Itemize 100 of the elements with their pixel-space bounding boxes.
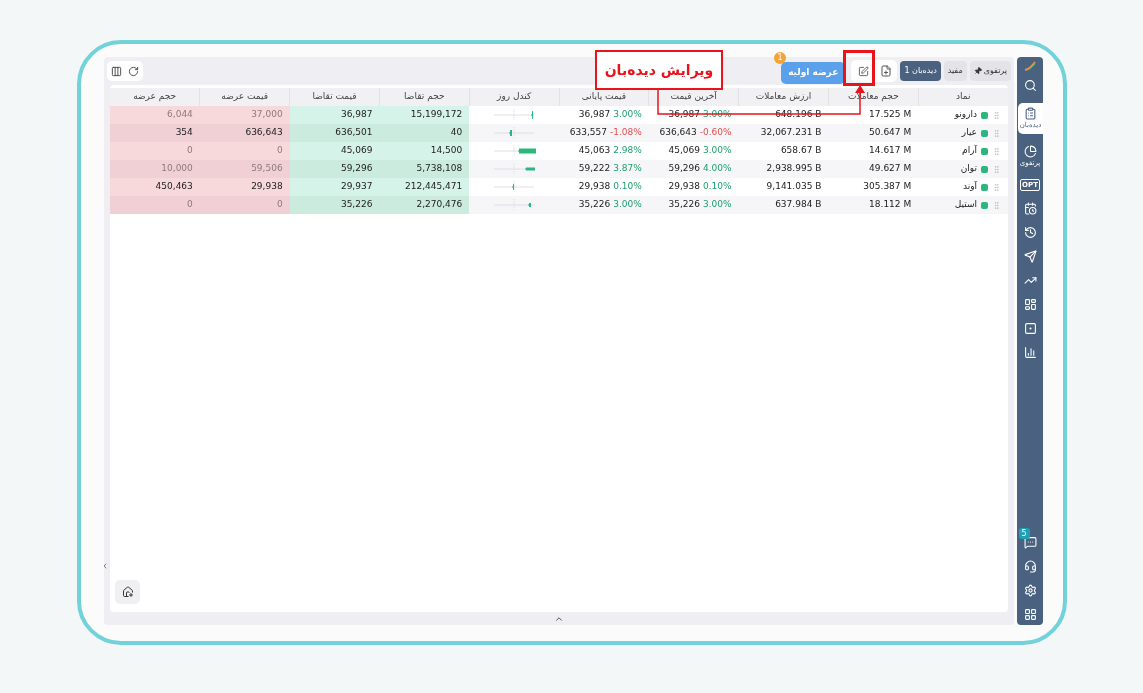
volume-cell: 305.387 M — [863, 181, 912, 192]
bid-volume-cell: 14,500 — [430, 145, 463, 156]
change-cell: 2.98% — [613, 144, 642, 158]
search-icon — [1023, 79, 1037, 92]
bid-volume-cell: 15,199,172 — [410, 109, 463, 120]
ask-volume-cell: 10,000 — [161, 163, 193, 174]
volume-cell: 14.617 M — [869, 145, 912, 156]
pie-chart-icon — [1023, 145, 1037, 158]
ask-price-cell: 0 — [276, 145, 283, 156]
ask-volume-cell: 0 — [187, 199, 193, 210]
bid-price-cell: 36,987 — [340, 109, 373, 120]
bid-volume-cell: 212,445,471 — [404, 181, 463, 192]
column-header[interactable]: قیمت تقاضا — [289, 88, 380, 106]
price-cell: 45,063 — [578, 144, 611, 158]
change-cell: -1.08% — [609, 126, 642, 140]
chat-icon — [1023, 536, 1037, 549]
edit-icon — [857, 65, 869, 77]
sidebar-item[interactable] — [1023, 584, 1037, 597]
symbol-name[interactable]: آوند — [962, 180, 977, 194]
column-header[interactable]: حجم عرضه — [110, 88, 200, 106]
price-cell: 59,296 — [668, 162, 700, 176]
home-add-icon — [121, 586, 134, 598]
volume-cell: 18.112 M — [869, 199, 912, 210]
grid-icon — [1023, 608, 1037, 621]
price-cell: 35,226 — [668, 198, 700, 212]
add-home-button[interactable] — [115, 580, 140, 604]
column-header[interactable]: قیمت عرضه — [199, 88, 290, 106]
price-cell: 29,938 — [668, 180, 700, 194]
refresh-icon — [128, 65, 139, 77]
symbol-name[interactable]: توان — [960, 162, 977, 176]
change-cell: 4.00% — [703, 162, 732, 176]
price-cell: 29,938 — [578, 180, 611, 194]
pin-icon — [972, 65, 984, 77]
ask-price-cell: 59,506 — [251, 163, 283, 174]
symbol-name[interactable]: استیل — [954, 198, 977, 212]
candle-sparkline — [492, 109, 537, 121]
column-header[interactable]: کندل روز — [469, 88, 559, 106]
ask-price-cell: 0 — [276, 199, 283, 210]
headset-icon — [1023, 560, 1037, 573]
candle-sparkline — [492, 163, 537, 175]
candle-sparkline — [492, 145, 537, 157]
change-cell: -0.60% — [699, 126, 732, 140]
add-note-icon — [880, 65, 893, 77]
column-header[interactable]: حجم تقاضا — [379, 88, 470, 106]
columns-button[interactable] — [111, 65, 122, 77]
ask-volume-cell: 450,463 — [155, 181, 193, 192]
volume-cell: 50.647 M — [869, 127, 912, 138]
highlight-frame — [843, 50, 875, 86]
column-header[interactable]: نماد — [918, 88, 1008, 106]
watchlist-tab[interactable]: مفید — [943, 61, 967, 81]
change-cell: 3.00% — [703, 144, 732, 158]
logo-icon — [1024, 61, 1036, 71]
symbol-name[interactable]: آرام — [962, 144, 977, 158]
symbol-name[interactable]: دارونو — [954, 108, 977, 122]
ask-price-cell: 37,000 — [251, 109, 283, 120]
price-cell: 45,069 — [668, 144, 700, 158]
ask-volume-cell: 354 — [175, 127, 193, 138]
bid-volume-cell: 5,738,108 — [416, 163, 463, 174]
bid-price-cell: 29,937 — [340, 181, 373, 192]
collapse-left-icon[interactable] — [101, 562, 109, 570]
bid-volume-cell: 2,270,476 — [416, 199, 463, 210]
watchlist-tab[interactable]: دیده‌بان 1 — [900, 61, 941, 81]
settings-icon — [1023, 584, 1037, 597]
candle-sparkline — [492, 181, 537, 193]
sidebar-item[interactable] — [1023, 560, 1037, 573]
price-cell: 59,222 — [578, 162, 611, 176]
change-cell: 0.10% — [613, 180, 642, 194]
notification-badge: 1 — [774, 52, 787, 65]
column-header[interactable]: قیمت پایانی — [559, 88, 649, 106]
bid-price-cell: 45,069 — [340, 145, 373, 156]
value-cell: 637.984 B — [775, 199, 822, 210]
candle-sparkline — [492, 199, 537, 211]
price-cell: 35,226 — [578, 198, 611, 212]
volume-cell: 49.627 M — [869, 163, 912, 174]
change-cell: 3.00% — [703, 198, 732, 212]
bid-price-cell: 59,296 — [340, 163, 373, 174]
callout-label: ویرایش دیده‌بان — [595, 50, 723, 90]
history-icon — [1023, 226, 1037, 239]
column-header[interactable]: ارزش معاملات — [738, 88, 829, 106]
change-cell: 3.00% — [613, 108, 642, 122]
change-cell: 3.00% — [613, 198, 642, 212]
refresh-button[interactable] — [128, 65, 139, 77]
calendar-clock-icon — [1023, 202, 1037, 215]
notification-badge: 5 — [1018, 528, 1030, 539]
bid-volume-cell: 40 — [450, 127, 463, 138]
sidebar-item[interactable] — [1023, 608, 1037, 621]
change-cell: 3.87% — [613, 162, 642, 176]
price-cell: 633,557 — [569, 126, 607, 140]
watchlist-tab[interactable]: پرتفوی — [969, 61, 1011, 81]
ask-volume-cell: 6,044 — [167, 109, 193, 120]
bid-price-cell: 636,501 — [335, 127, 373, 138]
price-cell: 36,987 — [578, 108, 611, 122]
dashboard-icon — [1023, 298, 1037, 311]
ask-price-cell: 636,643 — [245, 127, 283, 138]
sidebar-item[interactable] — [1023, 536, 1037, 549]
change-cell: 0.10% — [703, 180, 732, 194]
symbol-name[interactable]: عیار — [961, 126, 977, 140]
ask-volume-cell: 0 — [187, 145, 193, 156]
value-cell: 32,067.231 B — [760, 127, 822, 138]
volume-cell: 17.525 M — [869, 109, 912, 120]
